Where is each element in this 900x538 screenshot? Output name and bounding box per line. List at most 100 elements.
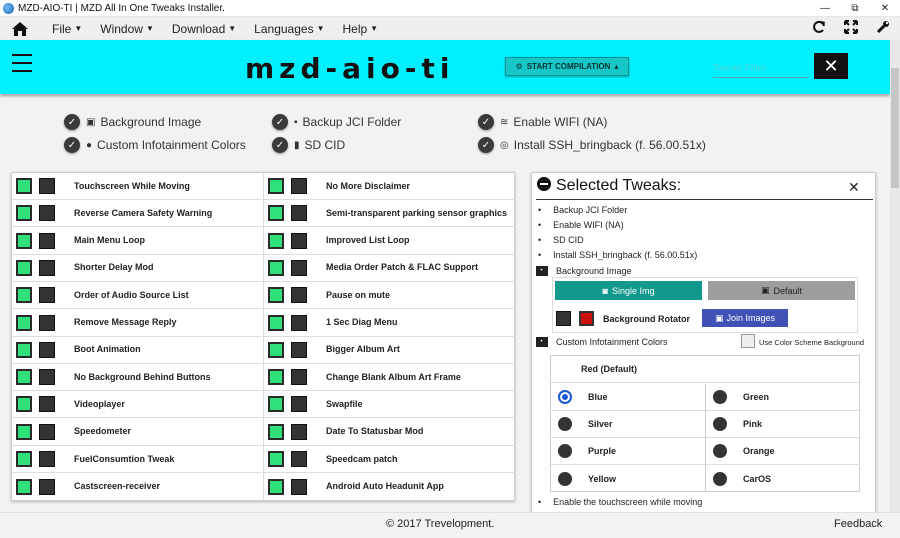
clear-filter-button[interactable]: ✕ bbox=[814, 53, 848, 79]
feedback-link[interactable]: Feedback bbox=[834, 518, 882, 530]
radio-icon[interactable] bbox=[558, 471, 572, 486]
wrench-icon[interactable] bbox=[876, 20, 890, 37]
tweak-enable-checkbox[interactable] bbox=[268, 369, 284, 386]
tweak-disable-checkbox[interactable] bbox=[39, 341, 55, 358]
tweak-disable-checkbox[interactable] bbox=[291, 341, 307, 358]
radio-icon[interactable] bbox=[558, 444, 572, 458]
color-option-orange[interactable]: Orange bbox=[706, 438, 860, 465]
refresh-icon[interactable] bbox=[812, 20, 826, 37]
tweak-enable-checkbox[interactable] bbox=[268, 232, 284, 249]
tweak-enable-checkbox[interactable] bbox=[16, 396, 32, 413]
tweak-enable-checkbox[interactable] bbox=[16, 451, 32, 467]
scrollbar-thumb[interactable] bbox=[891, 68, 899, 188]
tweak-enable-checkbox[interactable] bbox=[268, 178, 284, 194]
tweak-disable-checkbox[interactable] bbox=[291, 396, 307, 413]
tweak-row[interactable]: Media Order Patch & FLAC Support bbox=[264, 255, 515, 282]
restore-button[interactable]: ⧉ bbox=[840, 0, 870, 17]
tweak-disable-checkbox[interactable] bbox=[39, 287, 55, 304]
tweak-enable-checkbox[interactable] bbox=[16, 287, 32, 304]
color-option-pink[interactable]: Pink bbox=[706, 411, 860, 438]
tweak-row[interactable]: 1 Sec Diag Menu bbox=[264, 310, 515, 337]
minimize-button[interactable]: — bbox=[810, 0, 840, 17]
tweak-enable-checkbox[interactable] bbox=[268, 287, 284, 304]
tweak-disable-checkbox[interactable] bbox=[291, 205, 307, 222]
tweak-disable-checkbox[interactable] bbox=[291, 259, 307, 276]
tweak-row[interactable]: Bigger Album Art bbox=[264, 337, 515, 364]
tweak-enable-checkbox[interactable] bbox=[16, 478, 32, 495]
close-panel-icon[interactable]: ✕ bbox=[848, 179, 860, 196]
tweak-row[interactable]: Swapfile bbox=[264, 391, 515, 419]
tweak-enable-checkbox[interactable] bbox=[268, 451, 284, 467]
tweak-row[interactable]: Touchscreen While Moving bbox=[12, 173, 263, 200]
color-option-blue[interactable]: Blue bbox=[551, 384, 705, 411]
tweak-filter-input[interactable] bbox=[713, 60, 809, 78]
tweak-disable-checkbox[interactable] bbox=[291, 232, 307, 249]
tweak-row[interactable]: Speedcam patch bbox=[264, 446, 515, 473]
radio-icon[interactable] bbox=[713, 444, 727, 458]
tweak-row[interactable]: Speedometer bbox=[12, 419, 263, 446]
collapse-icon[interactable] bbox=[537, 177, 551, 191]
join-images-button[interactable]: ▣ Join Images bbox=[702, 309, 788, 327]
tweak-disable-checkbox[interactable] bbox=[39, 205, 55, 222]
tweak-row[interactable]: No More Disclaimer bbox=[264, 173, 515, 200]
tweak-row[interactable]: Reverse Camera Safety Warning bbox=[12, 200, 263, 228]
option-enable-wifi[interactable]: ✓ ≋ Enable WIFI (NA) bbox=[478, 114, 607, 130]
tweak-enable-checkbox[interactable] bbox=[16, 178, 32, 194]
menu-window[interactable]: Window ▼ bbox=[100, 22, 154, 36]
tweak-enable-checkbox[interactable] bbox=[268, 396, 284, 413]
radio-icon[interactable] bbox=[713, 390, 727, 404]
color-option-purple[interactable]: Purple bbox=[551, 438, 705, 465]
single-img-button[interactable]: ◙ Single Img bbox=[555, 281, 702, 300]
tweak-enable-checkbox[interactable] bbox=[16, 314, 32, 331]
color-option-caros[interactable]: CarOS bbox=[706, 465, 860, 492]
tweak-enable-checkbox[interactable] bbox=[268, 205, 284, 222]
option-custom-colors[interactable]: ✓ ● Custom Infotainment Colors bbox=[64, 137, 246, 153]
tweak-enable-checkbox[interactable] bbox=[16, 423, 32, 440]
tweak-disable-checkbox[interactable] bbox=[291, 478, 307, 495]
tweak-enable-checkbox[interactable] bbox=[268, 259, 284, 276]
tweak-enable-checkbox[interactable] bbox=[268, 423, 284, 440]
tweak-disable-checkbox[interactable] bbox=[39, 451, 55, 467]
tweak-enable-checkbox[interactable] bbox=[16, 341, 32, 358]
tweak-enable-checkbox[interactable] bbox=[16, 205, 32, 222]
option-sd-cid[interactable]: ✓ ▮ SD CID bbox=[272, 137, 345, 153]
tweak-enable-checkbox[interactable] bbox=[268, 478, 284, 495]
use-scheme-checkbox[interactable] bbox=[741, 334, 755, 348]
tweak-disable-checkbox[interactable] bbox=[291, 287, 307, 304]
hamburger-menu-icon[interactable] bbox=[12, 54, 32, 72]
tweak-enable-checkbox[interactable] bbox=[16, 369, 32, 386]
option-install-ssh[interactable]: ✓ ◎ Install SSH_bringback (f. 56.00.51x) bbox=[478, 137, 706, 153]
tweak-row[interactable]: FuelConsumtion Tweak bbox=[12, 446, 263, 473]
color-option-silver[interactable]: Silver bbox=[551, 411, 705, 438]
tweak-row[interactable]: No Background Behind Buttons bbox=[12, 364, 263, 392]
option-background-image[interactable]: ✓ ▣ Background Image bbox=[64, 114, 201, 130]
radio-icon[interactable] bbox=[713, 417, 727, 431]
tweak-row[interactable]: Semi-transparent parking sensor graphics bbox=[264, 200, 515, 228]
tweak-disable-checkbox[interactable] bbox=[39, 478, 55, 495]
rotator-toggle-on[interactable] bbox=[579, 311, 594, 326]
radio-icon[interactable] bbox=[713, 471, 727, 486]
tweak-row[interactable]: Change Blank Album Art Frame bbox=[264, 364, 515, 392]
fullscreen-icon[interactable] bbox=[844, 20, 858, 37]
tweak-row[interactable]: Main Menu Loop bbox=[12, 228, 263, 255]
default-button[interactable]: ▣ Default bbox=[708, 281, 855, 300]
tweak-row[interactable]: Date To Statusbar Mod bbox=[264, 419, 515, 446]
tweak-disable-checkbox[interactable] bbox=[291, 423, 307, 440]
color-option-red[interactable]: Red (Default) bbox=[551, 356, 859, 383]
tweak-disable-checkbox[interactable] bbox=[39, 259, 55, 276]
scrollbar[interactable] bbox=[890, 40, 900, 512]
tweak-row[interactable]: Android Auto Headunit App bbox=[264, 473, 515, 500]
menu-download[interactable]: Download ▼ bbox=[172, 22, 236, 36]
tweak-disable-checkbox[interactable] bbox=[291, 451, 307, 467]
tweak-row[interactable]: Order of Audio Source List bbox=[12, 282, 263, 310]
rotator-toggle-off[interactable] bbox=[556, 311, 571, 326]
radio-icon[interactable] bbox=[558, 417, 572, 431]
tweak-enable-checkbox[interactable] bbox=[268, 341, 284, 358]
start-compilation-button[interactable]: ⚙ START COMPILATION ▴ bbox=[505, 57, 629, 76]
tweak-disable-checkbox[interactable] bbox=[39, 232, 55, 249]
tweak-row[interactable]: Remove Message Reply bbox=[12, 310, 263, 337]
tweak-disable-checkbox[interactable] bbox=[291, 369, 307, 386]
tweak-enable-checkbox[interactable] bbox=[16, 232, 32, 249]
expand-icon[interactable] bbox=[536, 337, 548, 347]
tweak-disable-checkbox[interactable] bbox=[39, 314, 55, 331]
